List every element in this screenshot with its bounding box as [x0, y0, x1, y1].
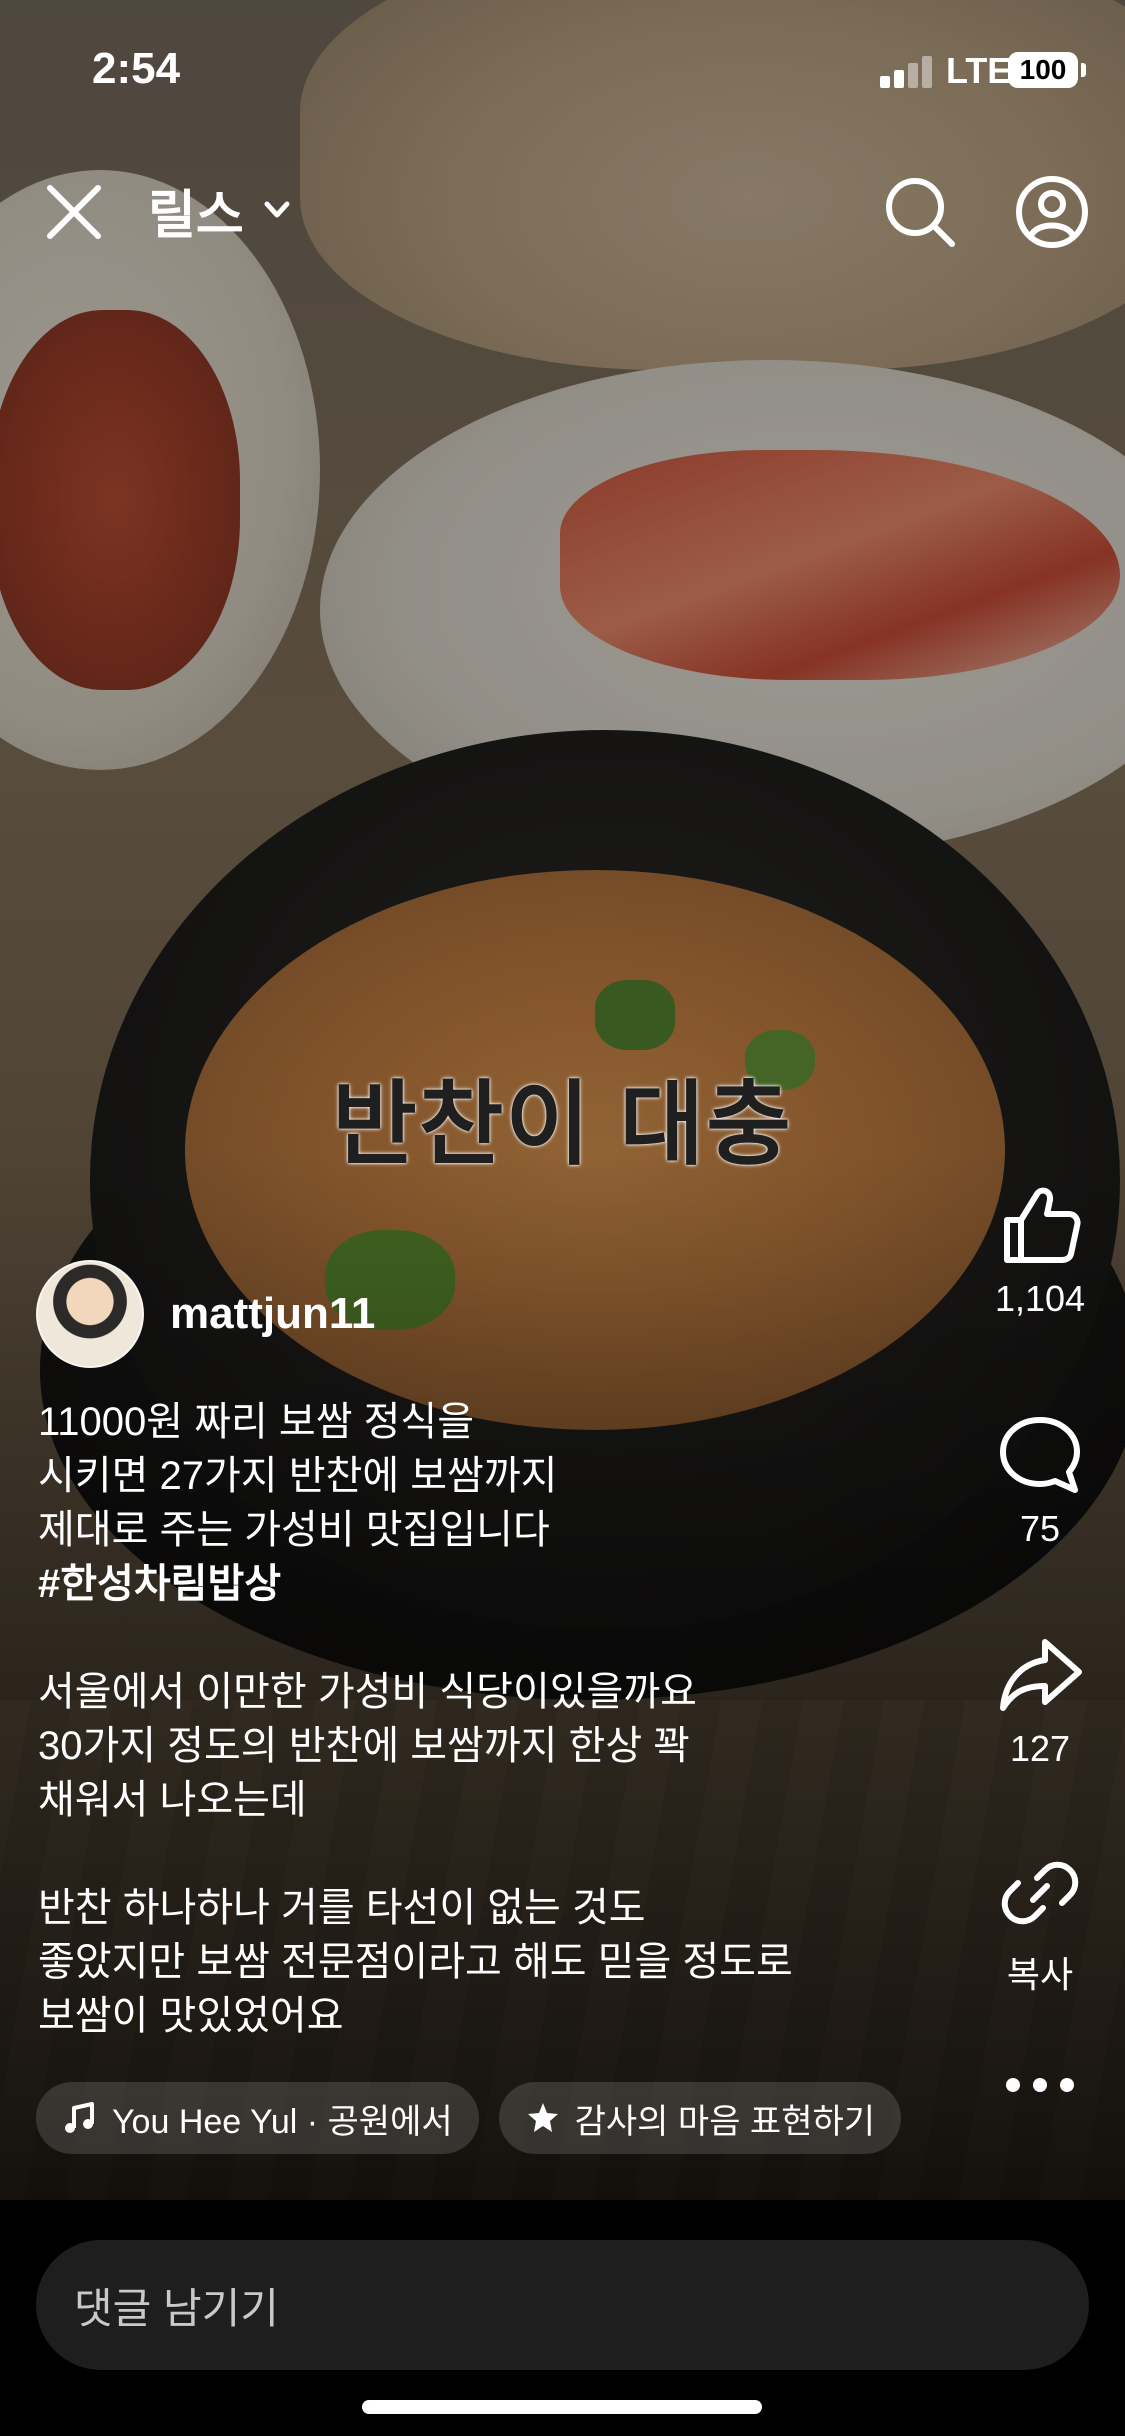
caption-paragraph-1: 11000원 짜리 보쌈 정식을 시키면 27가지 반찬에 보쌈까지 제대로 주… [38, 1400, 558, 1552]
like-count: 1,104 [994, 1278, 1086, 1319]
avatar[interactable] [36, 1260, 144, 1368]
author-row[interactable]: mattjun11 [36, 1260, 375, 1368]
copy-link-button[interactable]: 복사 [980, 1848, 1100, 1998]
music-note-icon [65, 2102, 94, 2133]
more-dots-icon [1006, 2078, 1074, 2092]
close-icon [47, 185, 101, 239]
close-button[interactable] [38, 176, 110, 248]
comment-input[interactable]: 댓글 남기기 [36, 2240, 1089, 2370]
search-icon [886, 178, 955, 247]
link-icon [1001, 1861, 1079, 1925]
caption-paragraph-3: 반찬 하나하나 거를 타선이 없는 것도 좋았지만 보쌈 전문점이라고 해도 믿… [38, 1886, 793, 2038]
music-chip-label: You Hee Yul · 공원에서 [112, 2102, 453, 2141]
thanks-chip-label: 감사의 마음 표현하기 [574, 2102, 876, 2141]
network-type: LTE [946, 50, 1012, 91]
comment-button[interactable]: 75 [980, 1410, 1100, 1550]
music-chip[interactable]: You Hee Yul · 공원에서 [36, 2082, 479, 2154]
thumbs-up-icon [1004, 1187, 1081, 1263]
hashtag-link[interactable]: #한성차림밥상 [38, 1557, 958, 1611]
battery-icon: 100 [1008, 52, 1086, 88]
comment-bubble-icon [1000, 1417, 1080, 1493]
status-time: 2:54 [92, 44, 181, 93]
profile-button[interactable] [1012, 172, 1092, 252]
more-options-button[interactable] [980, 2070, 1100, 2100]
copy-label: 복사 [1006, 1954, 1074, 1995]
top-nav: 릴스 [0, 160, 1125, 260]
post-caption[interactable]: 11000원 짜리 보쌈 정식을 시키면 27가지 반찬에 보쌈까지 제대로 주… [38, 1395, 958, 2043]
username[interactable]: mattjun11 [170, 1289, 375, 1339]
home-indicator[interactable] [362, 2400, 762, 2414]
chevron-down-icon [264, 201, 290, 218]
caption-paragraph-2: 서울에서 이만한 가성비 식당이있을까요 30가지 정도의 반찬에 보쌈까지 한… [38, 1670, 697, 1822]
comment-count: 75 [1019, 1508, 1061, 1549]
chip-row: You Hee Yul · 공원에서 감사의 마음 표현하기 [36, 2082, 902, 2154]
comment-bar: 댓글 남기기 [0, 2200, 1125, 2436]
like-button[interactable]: 1,104 [980, 1180, 1100, 1320]
search-button[interactable] [880, 172, 960, 252]
reels-title-dropdown[interactable]: 릴스 [148, 180, 292, 245]
profile-icon [1016, 176, 1088, 248]
page-title: 릴스 [148, 186, 244, 245]
share-button[interactable]: 127 [980, 1630, 1100, 1770]
video-overlay-text: 반찬이 대충 [332, 1074, 793, 1176]
signal-icon [880, 56, 936, 88]
sparkle-star-icon [527, 2103, 558, 2132]
status-bar: 2:54 LTE 100 [0, 0, 1125, 140]
thanks-chip[interactable]: 감사의 마음 표현하기 [498, 2082, 902, 2154]
share-count: 127 [1009, 1728, 1071, 1769]
share-arrow-icon [1000, 1639, 1082, 1711]
